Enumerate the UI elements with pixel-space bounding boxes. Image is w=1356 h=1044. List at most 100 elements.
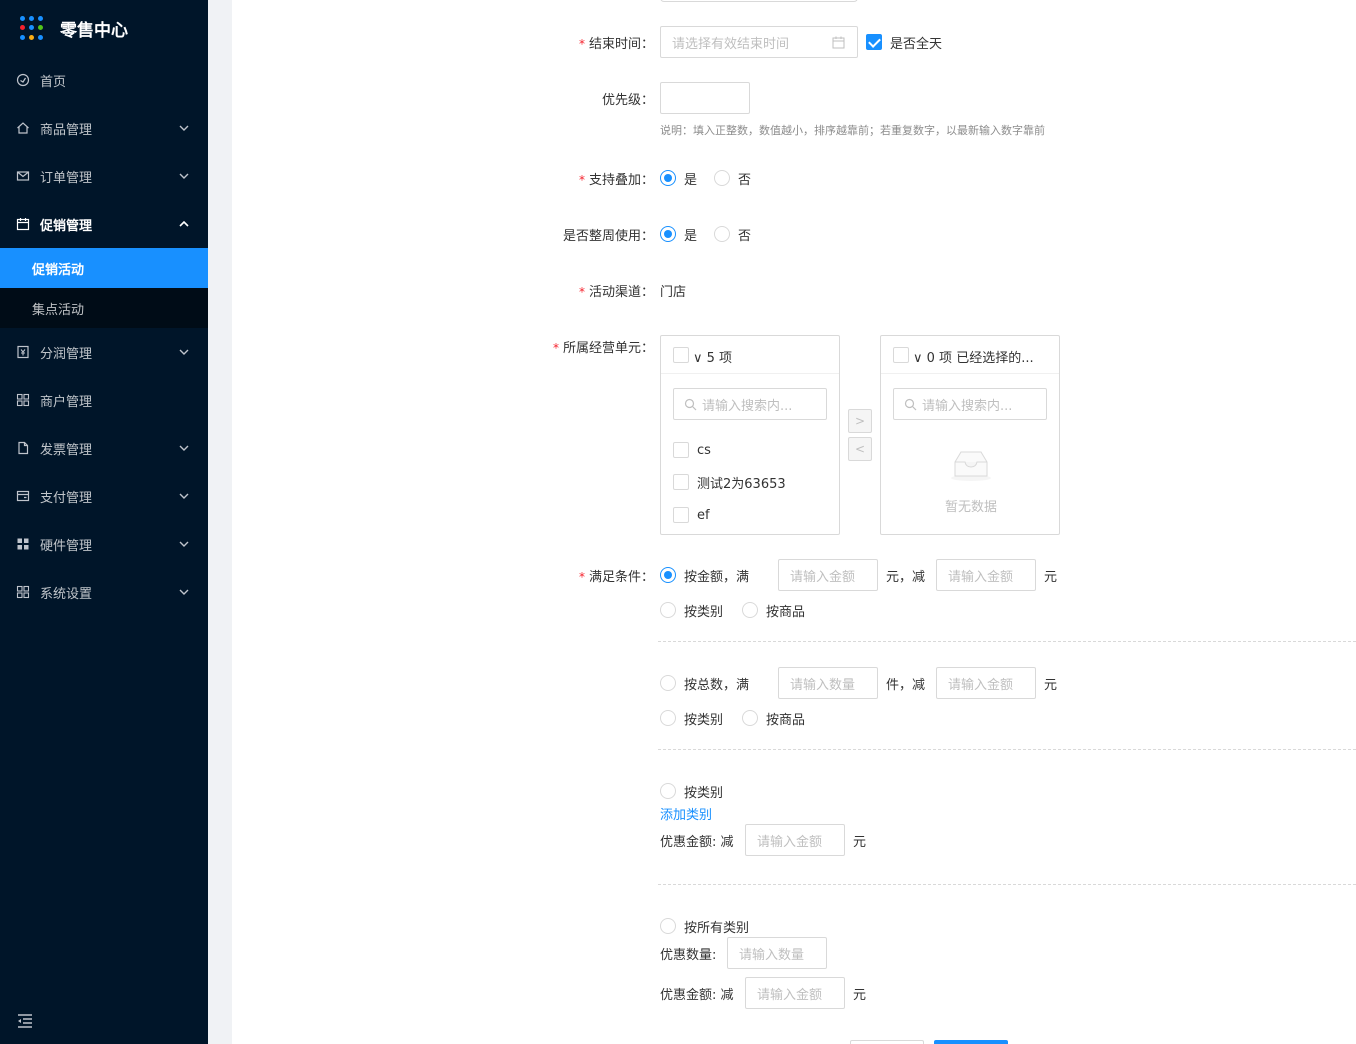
chevron-down-icon	[178, 122, 190, 134]
sidebar: 零售中心 首页 商品管理 订单管理 促销管理 促销活动 集点活动 分润管理 商户…	[0, 0, 208, 1044]
target-search-input[interactable]: 请输入搜索内...	[893, 388, 1047, 420]
end-time-picker[interactable]: 请选择有效结束时间	[660, 26, 858, 58]
by-category-label: 按类别	[684, 786, 724, 801]
search-icon	[684, 398, 697, 411]
end-time-label: * 结束时间：	[578, 37, 654, 52]
allday-checkbox[interactable]	[866, 34, 882, 50]
sidebar-item-settings[interactable]: 系统设置	[0, 568, 208, 616]
channel-label: * 活动渠道：	[578, 285, 654, 300]
scope-category-radio[interactable]	[660, 710, 676, 726]
scope-category-radio[interactable]	[660, 602, 676, 618]
appstore-icon	[16, 393, 30, 407]
stackable-yes-label: 是	[684, 173, 698, 188]
source-search-input[interactable]: 请输入搜索内...	[673, 388, 827, 420]
app-logo[interactable]: 零售中心	[0, 0, 208, 56]
sidebar-item-points-activity[interactable]: 集点活动	[0, 288, 208, 328]
sidebar-item-profit-sharing[interactable]: 分润管理	[0, 328, 208, 376]
menu-fold-icon[interactable]	[16, 1012, 34, 1030]
item-checkbox[interactable]	[673, 474, 689, 490]
target-select-all-checkbox[interactable]	[893, 347, 909, 363]
section-divider	[658, 641, 1356, 642]
sidebar-item-hardware[interactable]: 硬件管理	[0, 520, 208, 568]
unit-label: 元	[1044, 678, 1058, 693]
transfer-target-list: ∨ 0 项 已经选择的... 请输入搜索内... 暂无数据	[880, 335, 1060, 535]
list-item[interactable]: ef	[673, 505, 710, 525]
wallet-icon	[16, 489, 30, 503]
weekly-no-label: 否	[738, 229, 752, 244]
move-left-button[interactable]: <	[848, 437, 872, 461]
discount-qty-input[interactable]: 请输入数量	[727, 937, 827, 969]
sidebar-item-label: 硬件管理	[40, 538, 93, 554]
app-grid-icon	[20, 16, 44, 40]
sidebar-item-invoices[interactable]: 发票管理	[0, 424, 208, 472]
list-item[interactable]: cs	[673, 440, 711, 460]
threshold-amount-input[interactable]: 请输入金额	[778, 559, 878, 591]
item-label: cs	[697, 442, 711, 458]
sidebar-item-merchants[interactable]: 商户管理	[0, 376, 208, 424]
dashboard-icon	[16, 73, 30, 87]
move-right-button[interactable]: >	[848, 409, 872, 433]
weekly-yes-label: 是	[684, 229, 698, 244]
calendar-icon	[16, 217, 30, 231]
search-icon	[904, 398, 917, 411]
chevron-down-icon	[178, 346, 190, 358]
unit-label: 元	[853, 988, 867, 1003]
discount-amount-input[interactable]: 请输入金额	[745, 977, 845, 1009]
weekly-no-radio[interactable]	[714, 226, 730, 242]
discount-amount-input[interactable]: 请输入金额	[936, 559, 1036, 591]
chevron-down-icon	[178, 490, 190, 502]
sidebar-item-label: 分润管理	[40, 346, 93, 362]
scope-product-radio[interactable]	[742, 710, 758, 726]
submit-button[interactable]	[934, 1040, 1008, 1044]
scope-product-label: 按商品	[766, 605, 806, 620]
unit-label: 元	[853, 835, 867, 850]
mail-icon	[16, 169, 30, 183]
condition-label: * 满足条件：	[578, 570, 654, 585]
sidebar-item-label: 首页	[40, 74, 67, 90]
source-select-all-checkbox[interactable]	[673, 347, 689, 363]
by-total-radio[interactable]	[660, 675, 676, 691]
item-checkbox[interactable]	[673, 442, 689, 458]
chevron-down-icon	[178, 538, 190, 550]
discount-amount-input[interactable]: 请输入金额	[745, 824, 845, 856]
stackable-yes-radio[interactable]	[660, 170, 676, 186]
promotion-form: * 结束时间： 请选择有效结束时间 是否全天 优先级： 说明：填入正整数，数值越小…	[232, 0, 1356, 1044]
section-divider	[658, 749, 1356, 750]
stackable-no-radio[interactable]	[714, 170, 730, 186]
transfer-source-list: ∨ 5 项 请输入搜索内... cs 测试2为63653 ef	[660, 335, 840, 535]
required-mark: *	[578, 37, 585, 51]
scope-category-label: 按类别	[684, 713, 724, 728]
sidebar-item-promotions[interactable]: 促销管理	[0, 200, 208, 248]
by-all-category-radio[interactable]	[660, 918, 676, 934]
weekly-label: 是否整周使用：	[562, 229, 654, 244]
priority-input[interactable]	[660, 82, 750, 114]
threshold-qty-input[interactable]: 请输入数量	[778, 667, 878, 699]
add-category-link[interactable]: 添加类别	[660, 804, 712, 823]
by-all-category-label: 按所有类别	[684, 921, 750, 936]
item-checkbox[interactable]	[673, 507, 689, 523]
source-count[interactable]: ∨ 5 项	[693, 347, 732, 366]
target-count[interactable]: ∨ 0 项 已经选择的...	[913, 347, 1034, 366]
app-title: 零售中心	[60, 20, 128, 41]
sidebar-item-products[interactable]: 商品管理	[0, 104, 208, 152]
sidebar-item-label: 商品管理	[40, 122, 93, 138]
discount-amount-input[interactable]: 请输入金额	[936, 667, 1036, 699]
by-amount-radio[interactable]	[660, 567, 676, 583]
channel-value: 门店	[660, 285, 687, 300]
end-time-placeholder: 请选择有效结束时间	[672, 36, 790, 52]
scope-category-label: 按类别	[684, 605, 724, 620]
scope-product-radio[interactable]	[742, 602, 758, 618]
list-item[interactable]: 测试2为63653	[673, 472, 786, 492]
chevron-left-icon: <	[854, 442, 866, 456]
weekly-yes-radio[interactable]	[660, 226, 676, 242]
by-category-radio[interactable]	[660, 783, 676, 799]
sidebar-item-home[interactable]: 首页	[0, 56, 208, 104]
discount-amount-label: 优惠金额: 减	[660, 988, 734, 1003]
sidebar-submenu-promotions: 促销活动 集点活动	[0, 248, 208, 328]
sidebar-item-orders[interactable]: 订单管理	[0, 152, 208, 200]
cancel-button[interactable]	[850, 1040, 924, 1044]
sidebar-item-payments[interactable]: 支付管理	[0, 472, 208, 520]
by-amount-label: 按金额，满	[684, 570, 750, 585]
sidebar-item-promo-activity[interactable]: 促销活动	[0, 248, 208, 288]
sidebar-item-label: 系统设置	[40, 586, 93, 602]
